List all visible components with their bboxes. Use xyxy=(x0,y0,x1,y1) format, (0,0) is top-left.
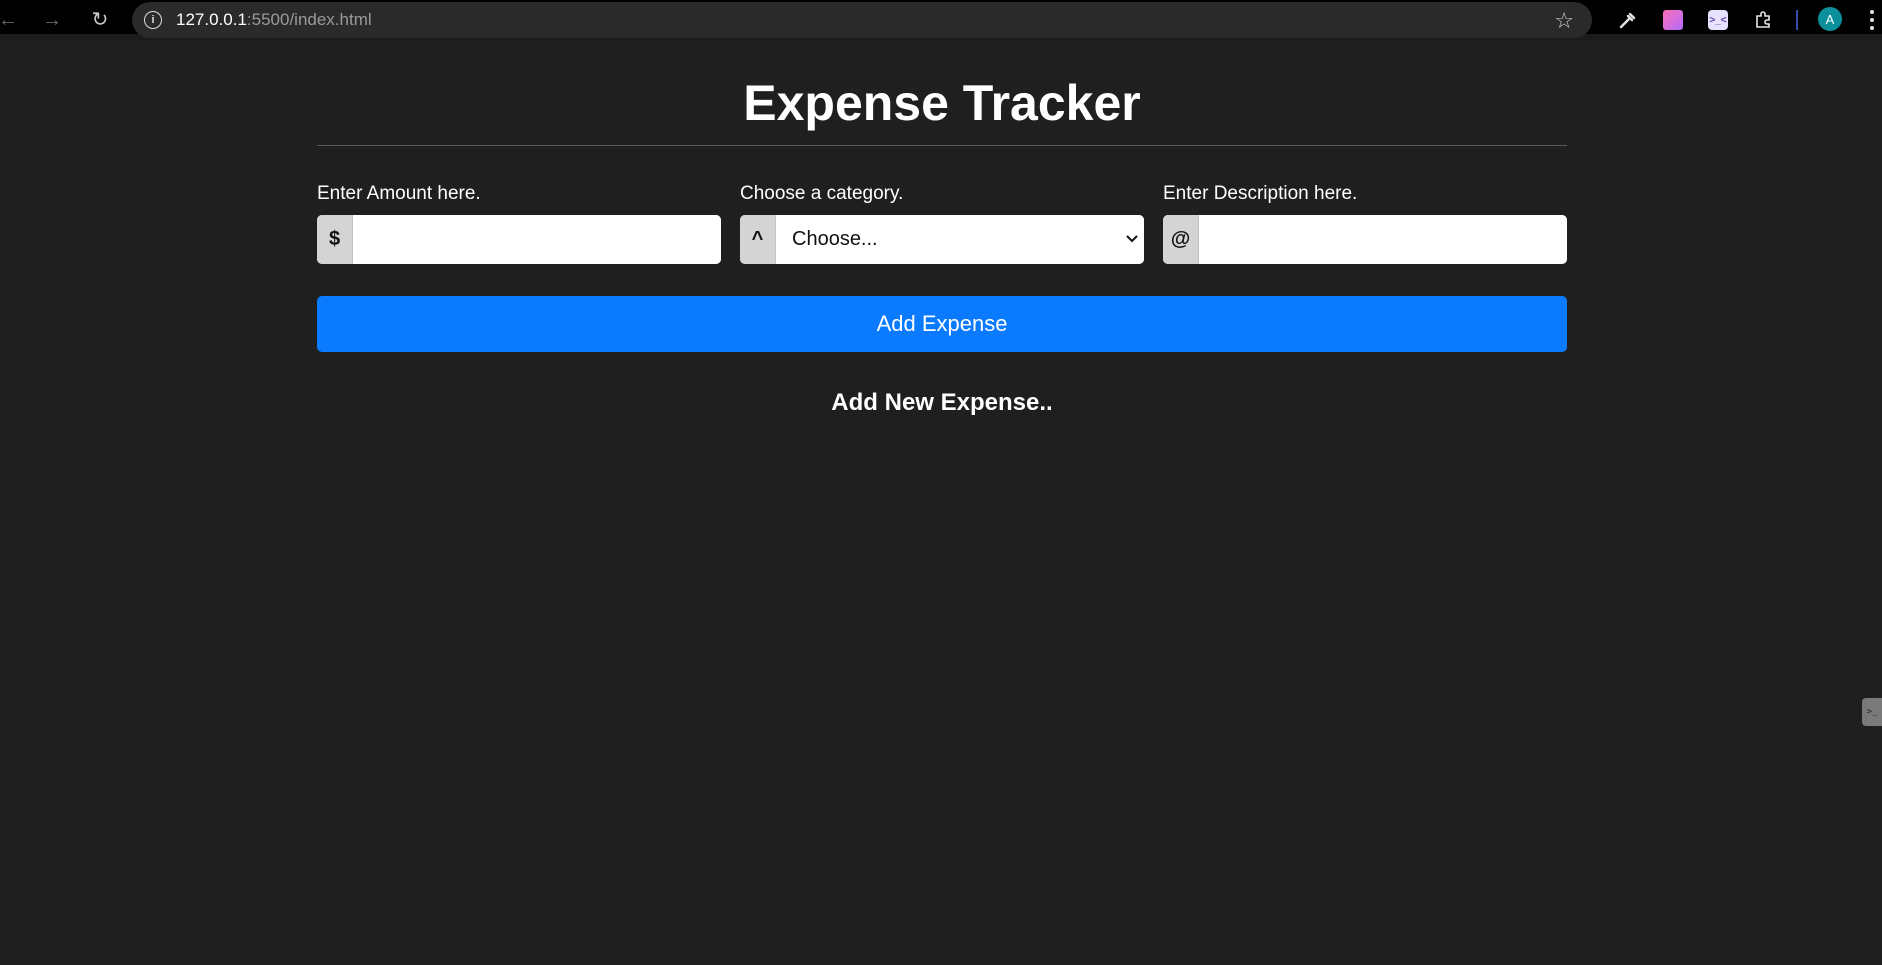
category-select[interactable]: Choose... xyxy=(776,215,1144,264)
category-selected-value: Choose... xyxy=(792,228,878,250)
side-panel-handle[interactable]: >_ xyxy=(1862,698,1882,726)
eyedropper-icon[interactable] xyxy=(1616,8,1640,32)
category-label: Choose a category. xyxy=(740,183,904,204)
site-info-icon[interactable]: i xyxy=(144,11,162,29)
title-divider xyxy=(317,145,1567,146)
amount-input[interactable] xyxy=(353,215,721,264)
category-input-group: ^ Choose... xyxy=(740,215,1144,264)
chevron-down-icon xyxy=(1126,235,1138,243)
face-extension-icon[interactable]: >_< xyxy=(1706,8,1730,32)
expense-form: Enter Amount here. $ Choose a category. … xyxy=(317,183,1567,264)
page-title: Expense Tracker xyxy=(743,75,1141,131)
browser-menu-icon[interactable] xyxy=(1866,6,1878,34)
category-field-group: Choose a category. ^ Choose... xyxy=(740,183,1144,264)
add-expense-button[interactable]: Add Expense xyxy=(317,296,1567,352)
forward-icon[interactable]: → xyxy=(38,6,66,34)
description-input[interactable] xyxy=(1199,215,1567,264)
amount-label: Enter Amount here. xyxy=(317,183,481,204)
puzzle-extensions-icon[interactable] xyxy=(1751,8,1775,32)
section-heading: Add New Expense.. xyxy=(831,389,1053,416)
url-host: 127.0.0.1 xyxy=(176,10,247,29)
toolbar-divider xyxy=(1796,10,1798,30)
browser-toolbar: ← → ↻ i 127.0.0.1:5500/index.html ☆ >_< … xyxy=(0,0,1882,40)
description-label: Enter Description here. xyxy=(1163,183,1358,204)
description-field-group: Enter Description here. @ xyxy=(1163,183,1567,264)
at-addon: @ xyxy=(1163,215,1199,264)
back-icon[interactable]: ← xyxy=(0,6,22,34)
address-bar[interactable]: i 127.0.0.1:5500/index.html ☆ xyxy=(132,2,1592,38)
expense-tracker-container: Expense Tracker Enter Amount here. $ Cho… xyxy=(317,46,1567,417)
profile-avatar[interactable]: A xyxy=(1818,7,1842,31)
reload-icon[interactable]: ↻ xyxy=(86,6,114,34)
bookmark-star-icon[interactable]: ☆ xyxy=(1554,8,1574,34)
description-input-group: @ xyxy=(1163,215,1567,264)
amount-field-group: Enter Amount here. $ xyxy=(317,183,721,264)
color-extension-icon[interactable] xyxy=(1661,8,1685,32)
url-text[interactable]: 127.0.0.1:5500/index.html xyxy=(176,10,372,30)
url-path: :5500/index.html xyxy=(246,10,372,29)
amount-input-group: $ xyxy=(317,215,721,264)
caret-addon: ^ xyxy=(740,215,776,264)
dollar-addon: $ xyxy=(317,215,353,264)
